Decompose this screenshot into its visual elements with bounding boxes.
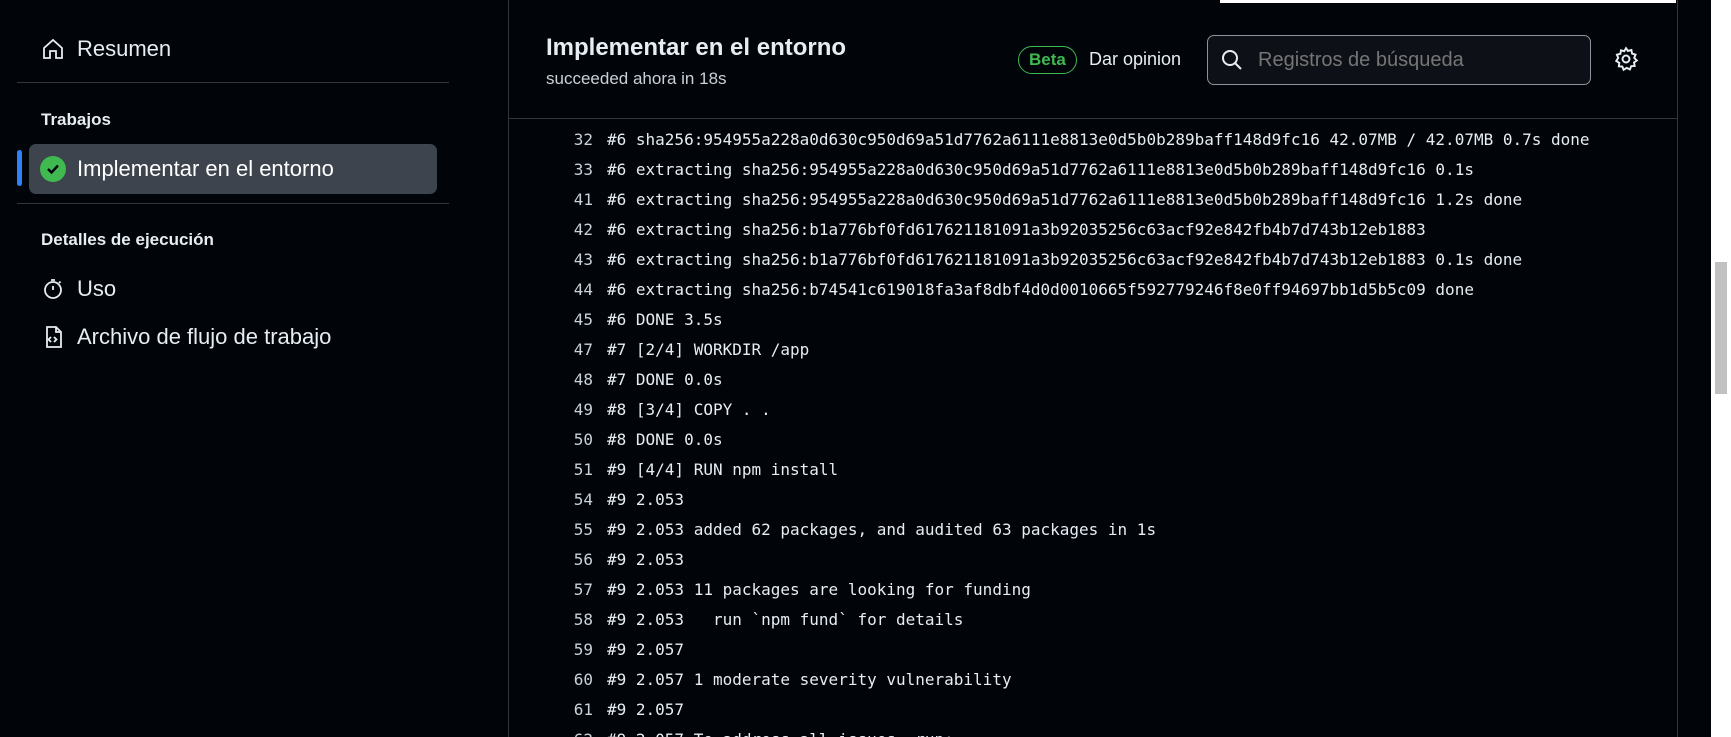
search-input[interactable] <box>1256 47 1580 73</box>
line-number[interactable]: 61 <box>509 700 607 719</box>
log-text: #9 2.057 <box>607 699 685 719</box>
log-header: Implementar en el entorno succeeded ahor… <box>509 0 1677 119</box>
sidebar-item-job[interactable]: Implementar en el entorno <box>29 144 437 194</box>
log-text: #9 2.057 <box>607 639 685 659</box>
line-number[interactable]: 33 <box>509 160 607 179</box>
log-line: 42 #6 extracting sha256:b1a776bf0fd617621… <box>509 214 1677 244</box>
log-text: #8 [3/4] COPY . . <box>607 399 771 419</box>
sidebar-item-summary[interactable]: Resumen <box>41 36 171 62</box>
log-line: 61 #9 2.057 <box>509 694 1677 724</box>
run-details-section-title: Detalles de ejecución <box>41 230 214 249</box>
line-number[interactable]: 56 <box>509 550 607 569</box>
log-text: #9 [4/4] RUN npm install <box>607 459 839 479</box>
log-line: 49 #8 [3/4] COPY . . <box>509 394 1677 424</box>
log-text: #6 extracting sha256:b1a776bf0fd61762118… <box>607 249 1523 269</box>
sidebar-item-workflow-file[interactable]: Archivo de flujo de trabajo <box>41 324 331 350</box>
log-line: 43 #6 extracting sha256:b1a776bf0fd617621… <box>509 244 1677 274</box>
jobs-section-title: Trabajos <box>41 110 111 129</box>
search-box[interactable] <box>1207 35 1591 85</box>
log-text: #6 extracting sha256:954955a228a0d630c95… <box>607 189 1523 209</box>
line-number[interactable]: 44 <box>509 280 607 299</box>
line-number[interactable]: 49 <box>509 400 607 419</box>
search-icon <box>1222 50 1242 70</box>
log-line: 47 #7 [2/4] WORKDIR /app <box>509 334 1677 364</box>
log-text: #9 2.057 1 moderate severity vulnerabili… <box>607 669 1012 689</box>
log-text: #7 [2/4] WORKDIR /app <box>607 339 810 359</box>
sidebar: Resumen Trabajos Implementar en el entor… <box>0 0 508 737</box>
line-number[interactable]: 57 <box>509 580 607 599</box>
line-number[interactable]: 51 <box>509 460 607 479</box>
log-line: 60 #9 2.057 1 moderate severity vulnerabi… <box>509 664 1677 694</box>
scrollbar-thumb[interactable] <box>1715 262 1727 394</box>
line-number[interactable]: 43 <box>509 250 607 269</box>
log-line: 45 #6 DONE 3.5s <box>509 304 1677 334</box>
line-number[interactable]: 47 <box>509 340 607 359</box>
log-text: #9 2.053 <box>607 489 685 509</box>
log-text: #9 2.053 run `npm fund` for details <box>607 609 964 629</box>
log-text: #9 2.053 <box>607 549 685 569</box>
line-number[interactable]: 42 <box>509 220 607 239</box>
log-line: 62#9 2.057 To address all issues, run: <box>509 724 1677 737</box>
log-text: #9 2.053 added 62 packages, and audited … <box>607 519 1157 539</box>
log-line: 59 #9 2.057 <box>509 634 1677 664</box>
log-text: #7 DONE 0.0s <box>607 369 723 389</box>
log-line: 54 #9 2.053 <box>509 484 1677 514</box>
log-line: 57 #9 2.053 11 packages are looking for f… <box>509 574 1677 604</box>
feedback-link[interactable]: Dar opinion <box>1089 49 1181 70</box>
line-number[interactable]: 45 <box>509 310 607 329</box>
sidebar-item-usage[interactable]: Uso <box>41 276 116 302</box>
line-number[interactable]: 50 <box>509 430 607 449</box>
log-output[interactable]: 32 #6 sha256:954955a228a0d630c950d69a51d7… <box>509 124 1677 737</box>
line-number[interactable]: 62 <box>509 730 607 737</box>
page-title: Implementar en el entorno <box>546 34 847 61</box>
log-line: 48 #7 DONE 0.0s <box>509 364 1677 394</box>
window-edge <box>1220 0 1676 3</box>
line-number[interactable]: 54 <box>509 490 607 509</box>
line-number[interactable]: 55 <box>509 520 607 539</box>
log-line: 50 #8 DONE 0.0s <box>509 424 1677 454</box>
log-text: #9 2.053 11 packages are looking for fun… <box>607 579 1031 599</box>
log-text: #6 extracting sha256:b1a776bf0fd61762118… <box>607 219 1426 239</box>
log-line: 56 #9 2.053 <box>509 544 1677 574</box>
divider <box>17 82 449 83</box>
log-line: 44 #6 extracting sha256:b74541c619018fa3a… <box>509 274 1677 304</box>
line-number[interactable]: 58 <box>509 610 607 629</box>
line-number[interactable]: 32 <box>509 130 607 149</box>
log-text: #6 extracting sha256:954955a228a0d630c95… <box>607 159 1474 179</box>
sidebar-item-label: Resumen <box>77 36 172 61</box>
sidebar-item-label: Implementar en el entorno <box>77 156 334 181</box>
log-line: 32 #6 sha256:954955a228a0d630c950d69a51d7… <box>509 124 1677 154</box>
home-icon <box>43 38 63 59</box>
job-log-panel: Implementar en el entorno succeeded ahor… <box>508 0 1678 737</box>
log-text: #6 extracting sha256:b74541c619018fa3af8… <box>607 279 1474 299</box>
active-indicator <box>17 150 22 186</box>
log-line: 51 #9 [4/4] RUN npm install <box>509 454 1677 484</box>
stopwatch-icon <box>44 279 62 299</box>
line-number[interactable]: 41 <box>509 190 607 209</box>
log-text: #8 DONE 0.0s <box>607 429 723 449</box>
log-line: 33 #6 extracting sha256:954955a228a0d630c… <box>509 154 1677 184</box>
log-text: #6 DONE 3.5s <box>607 309 723 329</box>
log-text: #9 2.057 To address all issues, run: <box>607 730 954 737</box>
line-number[interactable]: 48 <box>509 370 607 389</box>
line-number[interactable]: 60 <box>509 670 607 689</box>
beta-badge: Beta <box>1018 46 1077 74</box>
gear-icon[interactable] <box>1613 46 1639 72</box>
file-code-icon <box>46 326 62 348</box>
log-line: 55 #9 2.053 added 62 packages, and audite… <box>509 514 1677 544</box>
check-circle-icon <box>40 156 66 182</box>
divider <box>17 203 449 204</box>
sidebar-item-label: Archivo de flujo de trabajo <box>77 324 332 349</box>
job-status-text: succeeded ahora in 18s <box>546 69 727 88</box>
sidebar-item-label: Uso <box>77 276 117 301</box>
log-line: 41 #6 extracting sha256:954955a228a0d630c… <box>509 184 1677 214</box>
log-text: #6 sha256:954955a228a0d630c950d69a51d776… <box>607 129 1590 149</box>
line-number[interactable]: 59 <box>509 640 607 659</box>
log-line: 58 #9 2.053 run `npm fund` for details <box>509 604 1677 634</box>
